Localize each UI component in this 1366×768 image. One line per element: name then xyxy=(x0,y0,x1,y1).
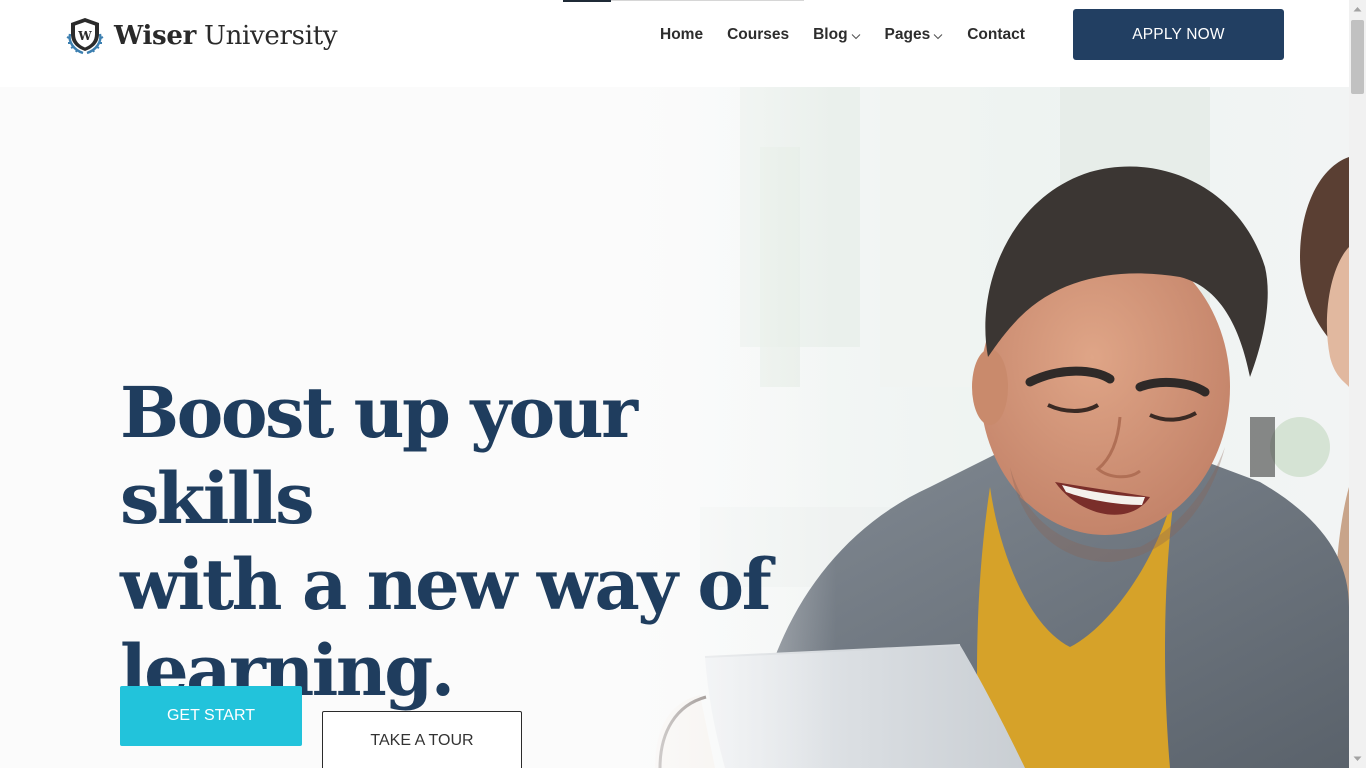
chevron-down-icon xyxy=(933,33,943,39)
brand-name-bold: Wiser xyxy=(114,21,196,51)
site-logo[interactable]: W Wiser University xyxy=(64,16,338,56)
take-a-tour-button[interactable]: TAKE A TOUR xyxy=(322,711,522,768)
nav-item-label: Blog xyxy=(813,26,848,43)
nav-item-label: Contact xyxy=(967,26,1025,43)
logo-letter: W xyxy=(77,29,92,43)
loading-indicator xyxy=(563,0,611,2)
site-header: W Wiser University Home Courses Blog Pag… xyxy=(0,0,1349,87)
shield-laurel-icon: W xyxy=(66,18,104,55)
nav-item-blog[interactable]: Blog xyxy=(813,26,860,44)
hero-heading-line: with a new way of xyxy=(120,543,772,626)
hero-section: Boost up your skills with a new way of l… xyxy=(0,87,1349,768)
loading-indicator-track xyxy=(611,0,804,1)
scrollbar-thumb[interactable] xyxy=(1351,20,1364,94)
nav-item-home[interactable]: Home xyxy=(660,26,703,44)
chevron-down-icon xyxy=(851,33,860,39)
nav-item-label: Pages xyxy=(884,26,931,43)
scroll-up-arrow-icon[interactable] xyxy=(1353,6,1362,12)
nav-item-label: Courses xyxy=(727,26,790,43)
apply-now-button[interactable]: APPLY NOW xyxy=(1073,9,1284,60)
hero-heading: Boost up your skills with a new way of l… xyxy=(120,370,840,714)
hero-heading-line: Boost up your skills xyxy=(120,371,638,540)
nav-item-courses[interactable]: Courses xyxy=(727,26,789,44)
get-start-button[interactable]: GET START xyxy=(120,686,302,746)
nav-item-label: Home xyxy=(660,26,704,43)
main-nav: Home Courses Blog Pages Contact xyxy=(660,24,1049,46)
nav-item-pages[interactable]: Pages xyxy=(885,26,944,44)
brand-name-light: University xyxy=(203,21,338,51)
page-scrollbar[interactable] xyxy=(1349,0,1366,768)
brand-name: Wiser University xyxy=(114,21,338,51)
nav-item-contact[interactable]: Contact xyxy=(967,26,1025,44)
scroll-down-arrow-icon[interactable] xyxy=(1353,756,1362,762)
